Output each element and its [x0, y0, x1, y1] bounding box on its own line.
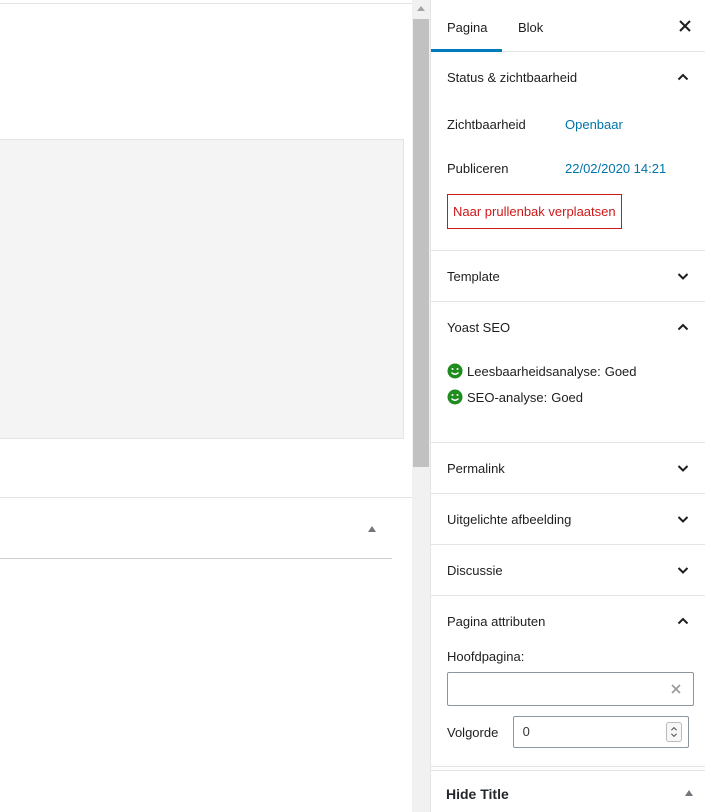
panel-status-header[interactable]: Status & zichtbaarheid: [431, 52, 705, 102]
clear-icon[interactable]: [669, 682, 683, 696]
readability-value: Goed: [604, 363, 637, 379]
order-number-input[interactable]: 0: [512, 716, 689, 748]
publish-row: Publiceren 22/02/2020 14:21: [431, 146, 705, 190]
panel-permalink-title: Permalink: [447, 460, 505, 476]
panel-status-visibility: Status & zichtbaarheid Zichtbaarheid Ope…: [431, 52, 705, 251]
move-to-trash-button[interactable]: Naar prullenbak verplaatsen: [447, 194, 622, 229]
order-row: Volgorde 0: [431, 716, 705, 748]
panel-page-attributes-header[interactable]: Pagina attributen: [431, 596, 705, 646]
order-value: 0: [522, 724, 530, 739]
chevron-down-icon: [677, 465, 689, 472]
panel-status-title: Status & zichtbaarheid: [447, 69, 578, 85]
panel-featured-image-header[interactable]: Uitgelichte afbeelding: [431, 494, 705, 544]
chevron-up-icon: [677, 617, 689, 625]
order-label: Volgorde: [447, 724, 499, 740]
visibility-row: Zichtbaarheid Openbaar: [431, 102, 705, 146]
seo-analysis-label: SEO-analyse:: [467, 389, 548, 405]
number-spinner-icon[interactable]: [666, 722, 682, 742]
scroll-up-arrow[interactable]: [417, 6, 425, 11]
close-icon[interactable]: [675, 16, 695, 36]
sidebar-tabs: Pagina Blok: [431, 0, 705, 52]
readability-label: Leesbaarheidsanalyse:: [467, 363, 601, 379]
editor-canvas: [0, 0, 412, 812]
panel-yoast-header[interactable]: Yoast SEO: [431, 302, 705, 352]
chevron-down-icon: [677, 516, 689, 523]
scrollbar-thumb[interactable]: [413, 19, 429, 467]
visibility-value-link[interactable]: Openbaar: [565, 117, 623, 132]
panel-permalink-header[interactable]: Permalink: [431, 443, 705, 493]
hide-title-label: Hide Title: [446, 786, 509, 802]
panel-yoast-seo: Yoast SEO Leesbaarheidsanalyse: Goed SEO…: [431, 302, 705, 443]
meta-box-header: [0, 498, 392, 559]
panel-discussion-title: Discussie: [447, 562, 503, 578]
parent-page-select[interactable]: [447, 672, 694, 706]
smiley-good-icon: [447, 363, 463, 379]
visibility-label: Zichtbaarheid: [447, 116, 526, 132]
panel-featured-image: Uitgelichte afbeelding: [431, 494, 705, 545]
chevron-down-icon: [677, 273, 689, 280]
editor-scrollbar[interactable]: [412, 0, 430, 812]
readability-analysis-row: Leesbaarheidsanalyse: Goed: [431, 358, 705, 384]
smiley-good-icon: [447, 389, 463, 405]
editor-top-divider: [0, 3, 412, 4]
seo-analysis-value: Goed: [551, 389, 584, 405]
parent-page-label: Hoofdpagina:: [447, 649, 525, 664]
publish-date-link[interactable]: 22/02/2020 14:21: [565, 161, 666, 176]
hide-title-metabox: Hide Title: [431, 766, 705, 812]
panel-discussion: Discussie: [431, 545, 705, 596]
panel-discussion-header[interactable]: Discussie: [431, 545, 705, 595]
panel-permalink: Permalink: [431, 443, 705, 494]
chevron-down-icon: [677, 567, 689, 574]
panel-page-attributes-title: Pagina attributen: [447, 613, 546, 629]
editor-content-block[interactable]: [0, 139, 404, 439]
panel-yoast-title: Yoast SEO: [447, 319, 511, 335]
panel-featured-image-title: Uitgelichte afbeelding: [447, 511, 572, 527]
chevron-up-icon: [677, 73, 689, 81]
hide-title-toggle-icon[interactable]: [685, 790, 693, 796]
chevron-up-icon: [677, 323, 689, 331]
tab-pagina[interactable]: Pagina: [431, 0, 502, 52]
settings-sidebar: Pagina Blok Status & zichtbaarheid Zicht…: [430, 0, 705, 812]
panel-template-header[interactable]: Template: [431, 251, 705, 301]
publish-label: Publiceren: [447, 160, 509, 176]
seo-analysis-row: SEO-analyse: Goed: [431, 384, 705, 410]
meta-box-toggle-icon[interactable]: [368, 526, 376, 532]
panel-page-attributes: Pagina attributen Hoofdpagina: Volgorde …: [431, 596, 705, 771]
panel-template: Template: [431, 251, 705, 302]
tab-blok[interactable]: Blok: [502, 0, 559, 52]
panel-template-title: Template: [447, 268, 500, 284]
